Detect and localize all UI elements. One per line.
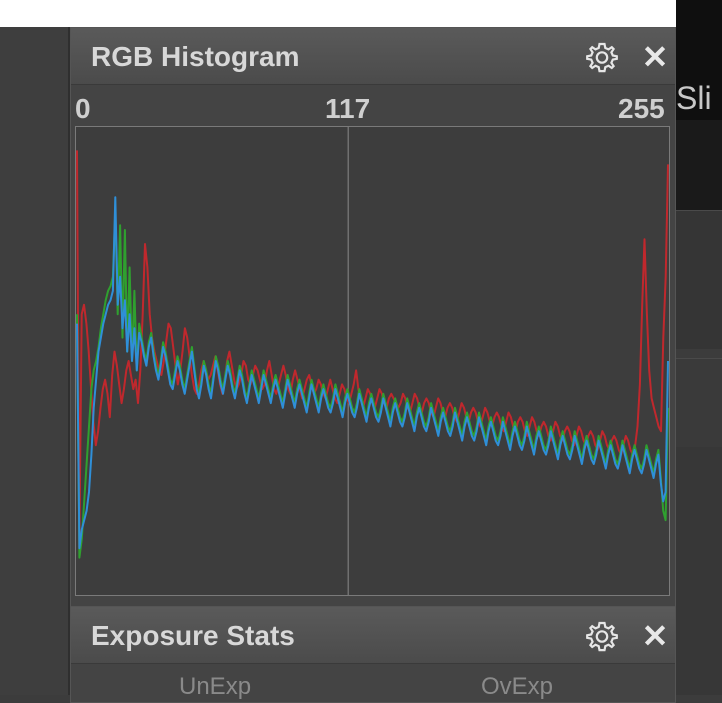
panel-title: RGB Histogram [91,41,300,72]
histogram-series-blue [76,196,669,550]
rgb-histogram-panel: RGB Histogram ✕ 0 117 255 [70,27,676,607]
side-panel-section [676,358,722,448]
column-header-ovexp: OvExp [481,673,554,700]
panel-header[interactable]: Exposure Stats ✕ [71,607,675,664]
axis-min-label: 0 [75,93,91,124]
side-panel-section [676,120,722,210]
gear-icon[interactable] [585,40,619,74]
gear-icon[interactable] [585,619,619,653]
side-panel-title: Sli [676,80,712,116]
exposure-stats-panel: Exposure Stats ✕ UnExp OvExp [70,606,676,703]
axis-max-label: 255 [618,93,665,124]
close-icon[interactable]: ✕ [641,619,669,653]
column-header-unexp: UnExp [179,673,252,700]
top-bar [0,0,676,27]
axis-mid-label: 117 [325,93,371,124]
histogram-plot[interactable] [75,126,670,596]
histogram-series-green [76,210,669,559]
panel-title: Exposure Stats [91,620,295,651]
histogram-chart [76,127,669,595]
side-panel-section [676,447,722,695]
panel-header[interactable]: RGB Histogram ✕ [71,28,675,85]
close-icon[interactable]: ✕ [641,40,669,74]
left-workspace [0,27,68,695]
side-panel-section [676,210,722,349]
